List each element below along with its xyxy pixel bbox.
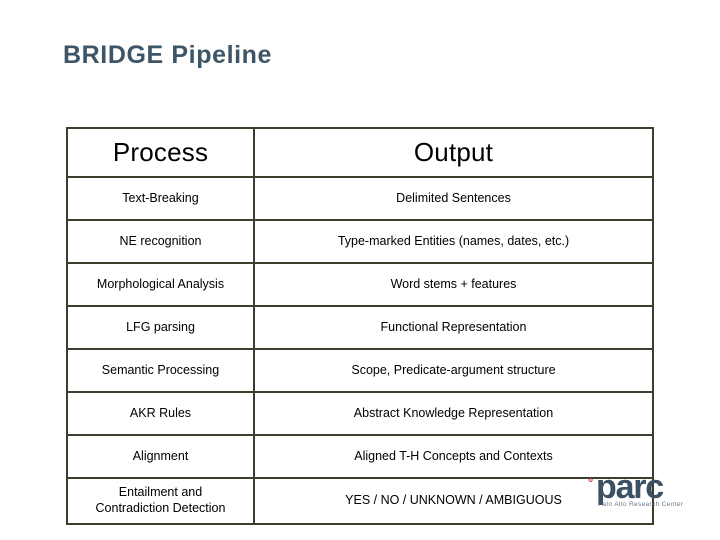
slide-canvas: BRIDGE Pipeline Process Output Text-Brea… bbox=[0, 0, 720, 540]
cell-output: Delimited Sentences bbox=[253, 176, 654, 221]
table-row: NE recognition Type-marked Entities (nam… bbox=[66, 219, 654, 264]
column-header-process: Process bbox=[66, 127, 255, 178]
table-row: Text-Breaking Delimited Sentences bbox=[66, 176, 654, 221]
column-header-output: Output bbox=[253, 127, 654, 178]
cell-output: Type-marked Entities (names, dates, etc.… bbox=[253, 219, 654, 264]
table-row: Semantic Processing Scope, Predicate-arg… bbox=[66, 348, 654, 393]
cell-process: Entailment and Contradiction Detection bbox=[66, 477, 255, 525]
cell-output: Abstract Knowledge Representation bbox=[253, 391, 654, 436]
page-title: BRIDGE Pipeline bbox=[63, 41, 273, 69]
cell-process: Morphological Analysis bbox=[66, 262, 255, 307]
cell-output: Scope, Predicate-argument structure bbox=[253, 348, 654, 393]
table-row: AKR Rules Abstract Knowledge Representat… bbox=[66, 391, 654, 436]
table-row: Alignment Aligned T-H Concepts and Conte… bbox=[66, 434, 654, 479]
cell-process: NE recognition bbox=[66, 219, 255, 264]
cell-process: Text-Breaking bbox=[66, 176, 255, 221]
table-row: Morphological Analysis Word stems + feat… bbox=[66, 262, 654, 307]
table-row: LFG parsing Functional Representation bbox=[66, 305, 654, 350]
table-body: Text-Breaking Delimited Sentences NE rec… bbox=[66, 176, 654, 525]
table-header-row: Process Output bbox=[66, 127, 654, 178]
cell-output: Word stems + features bbox=[253, 262, 654, 307]
cell-process: LFG parsing bbox=[66, 305, 255, 350]
cell-process: Alignment bbox=[66, 434, 255, 479]
cell-output: Functional Representation bbox=[253, 305, 654, 350]
cell-process: Semantic Processing bbox=[66, 348, 255, 393]
cell-output: YES / NO / UNKNOWN / AMBIGUOUS bbox=[253, 477, 654, 525]
cell-process: AKR Rules bbox=[66, 391, 255, 436]
pipeline-table: Process Output Text-Breaking Delimited S… bbox=[66, 127, 654, 525]
table-row: Entailment and Contradiction Detection Y… bbox=[66, 477, 654, 525]
cell-output: Aligned T-H Concepts and Contexts bbox=[253, 434, 654, 479]
